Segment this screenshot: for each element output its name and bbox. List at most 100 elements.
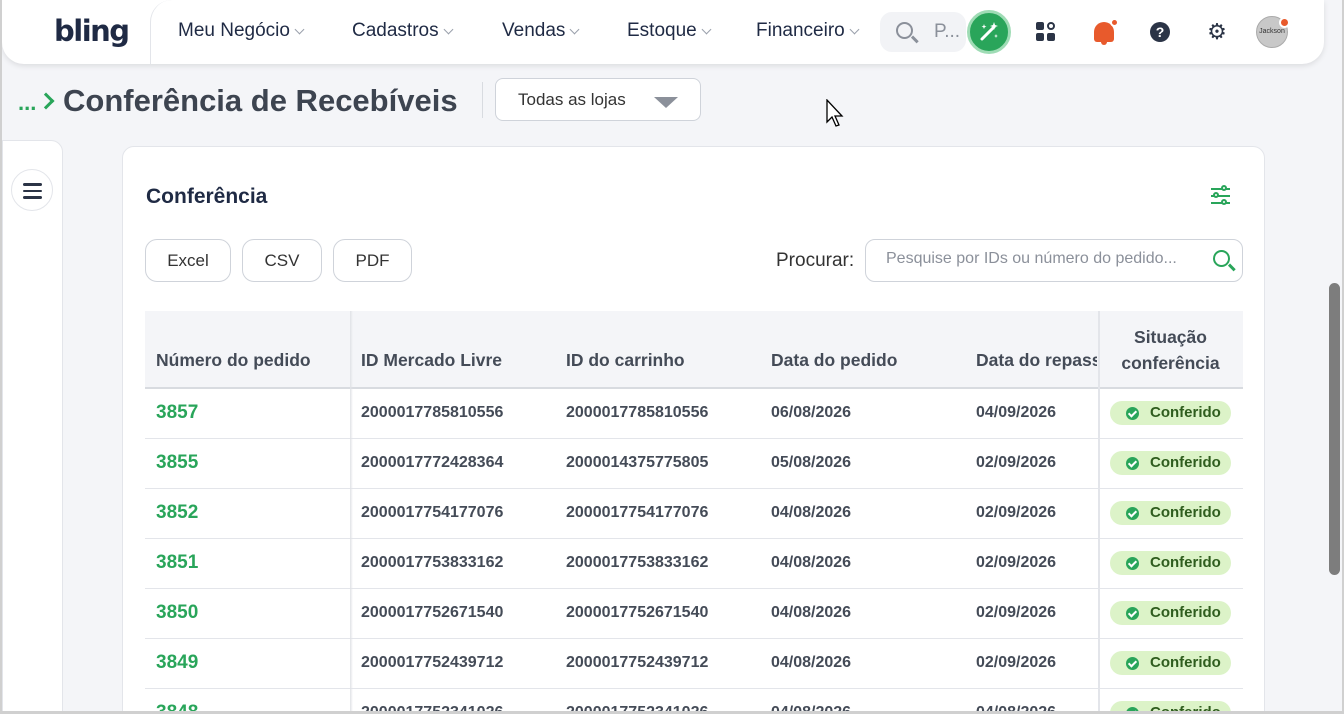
notifications-button[interactable] bbox=[1088, 16, 1120, 48]
chevron-down-icon bbox=[443, 24, 454, 34]
transfer-date-wrap: 02/09/2026 bbox=[976, 639, 1097, 689]
transfer-date-cell: 02/09/2026 bbox=[976, 604, 1057, 621]
store-select-value: Todas as lojas bbox=[518, 90, 626, 109]
side-rail bbox=[2, 140, 63, 714]
cart-id-cell: 2000017785810556 bbox=[566, 404, 709, 421]
transfer-date-cell: 02/09/2026 bbox=[976, 454, 1057, 471]
hamburger-icon-line bbox=[23, 189, 42, 192]
card-title: Conferência bbox=[146, 185, 268, 208]
global-search-placeholder: P... bbox=[934, 21, 961, 42]
window-frame-left bbox=[0, 0, 2, 714]
page-title: Conferência de Recebíveis bbox=[63, 83, 458, 118]
menu-meu-negocio[interactable]: Meu Negócio bbox=[178, 20, 305, 42]
page-scrollbar-thumb[interactable] bbox=[1329, 283, 1340, 575]
transfer-date-wrap: 02/09/2026 bbox=[976, 539, 1097, 589]
order-number-link[interactable]: 3852 bbox=[156, 502, 198, 524]
apps-icon-square bbox=[1047, 33, 1055, 41]
chevron-down-icon bbox=[569, 24, 580, 34]
avatar-status-dot bbox=[1279, 17, 1290, 28]
sticky-column-shadow bbox=[350, 311, 353, 714]
global-search[interactable]: P... bbox=[880, 12, 966, 52]
table-search bbox=[865, 239, 1243, 282]
notification-dot bbox=[1110, 18, 1119, 27]
col-cart-id[interactable]: ID do carrinho bbox=[566, 350, 685, 371]
menu-estoque[interactable]: Estoque bbox=[627, 20, 712, 42]
conference-card: Conferência Excel CSV PDF Procurar: Núme… bbox=[122, 146, 1265, 714]
order-date-cell: 04/08/2026 bbox=[771, 504, 852, 521]
table-header: Número do pedido ID Mercado Livre ID do … bbox=[145, 311, 1243, 389]
store-select[interactable]: Todas as lojas bbox=[495, 78, 701, 121]
transfer-date-wrap: 04/09/2026 bbox=[976, 389, 1097, 439]
chevron-right-icon bbox=[37, 92, 55, 110]
col-order-date[interactable]: Data do pedido bbox=[771, 350, 897, 371]
search-input[interactable] bbox=[886, 250, 1196, 268]
transfer-date-cell: 04/09/2026 bbox=[976, 404, 1057, 421]
breadcrumb-ellipsis[interactable]: ... bbox=[18, 90, 36, 116]
transfer-date-cell: 02/09/2026 bbox=[976, 554, 1057, 571]
table-row[interactable]: 3855 2000017772428364 2000014375775805 05/0… bbox=[145, 439, 1243, 489]
order-date-cell: 04/08/2026 bbox=[771, 654, 852, 671]
caret-down-icon bbox=[654, 97, 678, 108]
filter-settings-button[interactable] bbox=[1209, 185, 1233, 207]
table-row[interactable]: 3851 2000017753833162 2000017753833162 04/0… bbox=[145, 539, 1243, 589]
ml-id-cell: 2000017752439712 bbox=[361, 654, 504, 671]
export-pdf-button[interactable]: PDF bbox=[333, 239, 412, 282]
order-number-link[interactable]: 3850 bbox=[156, 602, 198, 624]
menu-toggle-button[interactable] bbox=[11, 169, 53, 211]
menu-vendas[interactable]: Vendas bbox=[502, 20, 580, 42]
menu-cadastros[interactable]: Cadastros bbox=[352, 20, 454, 42]
chevron-down-icon bbox=[849, 24, 860, 34]
menu-label: Vendas bbox=[502, 20, 566, 41]
ml-id-cell: 2000017785810556 bbox=[361, 404, 504, 421]
top-navbar: bling Meu Negócio Cadastros Vendas Estoq… bbox=[2, 0, 1324, 64]
menu-label: Estoque bbox=[627, 20, 697, 41]
transfer-date-wrap: 02/09/2026 bbox=[976, 489, 1097, 539]
cart-id-cell: 2000014375775805 bbox=[566, 454, 709, 471]
order-date-cell: 04/08/2026 bbox=[771, 554, 852, 571]
order-date-cell: 04/08/2026 bbox=[771, 604, 852, 621]
settings-button[interactable]: ⚙ bbox=[1201, 16, 1233, 48]
menu-label: Meu Negócio bbox=[178, 20, 290, 41]
table-row[interactable]: 3857 2000017785810556 2000017785810556 06/0… bbox=[145, 389, 1243, 439]
order-number-link[interactable]: 3855 bbox=[156, 452, 198, 474]
col-transfer-date[interactable]: Data do repasse bbox=[976, 350, 1097, 371]
sticky-status-column bbox=[1098, 311, 1243, 714]
slider-knob bbox=[1213, 192, 1219, 198]
ml-id-cell: 2000017772428364 bbox=[361, 454, 504, 471]
menu-label: Cadastros bbox=[352, 20, 439, 41]
transfer-date-wrap: 02/09/2026 bbox=[976, 589, 1097, 639]
search-icon[interactable] bbox=[1213, 250, 1230, 267]
table-row[interactable]: 3849 2000017752439712 2000017752439712 04/0… bbox=[145, 639, 1243, 689]
slider-knob bbox=[1221, 199, 1227, 205]
ai-assistant-button[interactable] bbox=[967, 10, 1011, 54]
apps-button[interactable] bbox=[1030, 16, 1062, 48]
col-order-number[interactable]: Número do pedido bbox=[156, 350, 311, 371]
export-csv-button[interactable]: CSV bbox=[242, 239, 322, 282]
cart-id-cell: 2000017753833162 bbox=[566, 554, 709, 571]
transfer-date-wrap: 02/09/2026 bbox=[976, 439, 1097, 489]
logo-divider bbox=[150, 0, 172, 64]
export-excel-button[interactable]: Excel bbox=[145, 239, 231, 282]
ml-id-cell: 2000017754177076 bbox=[361, 504, 504, 521]
order-number-link[interactable]: 3851 bbox=[156, 552, 198, 574]
table-row[interactable]: 3850 2000017752671540 2000017752671540 04/0… bbox=[145, 589, 1243, 639]
chevron-down-icon bbox=[294, 24, 305, 34]
hamburger-icon bbox=[23, 183, 42, 186]
avatar-text: Jackson bbox=[1259, 28, 1285, 35]
ml-id-cell: 2000017753833162 bbox=[361, 554, 504, 571]
cart-id-cell: 2000017754177076 bbox=[566, 504, 709, 521]
bling-logo[interactable]: bling bbox=[54, 14, 130, 48]
order-number-link[interactable]: 3857 bbox=[156, 402, 198, 424]
order-number-link[interactable]: 3849 bbox=[156, 652, 198, 674]
cart-id-cell: 2000017752671540 bbox=[566, 604, 709, 621]
apps-icon-square bbox=[1036, 33, 1044, 41]
menu-financeiro[interactable]: Financeiro bbox=[756, 20, 860, 42]
ml-id-cell: 2000017752671540 bbox=[361, 604, 504, 621]
apps-icon bbox=[1036, 22, 1044, 30]
order-date-cell: 06/08/2026 bbox=[771, 404, 852, 421]
col-ml-id[interactable]: ID Mercado Livre bbox=[361, 350, 502, 371]
table-row[interactable]: 3852 2000017754177076 2000017754177076 04/0… bbox=[145, 489, 1243, 539]
help-button[interactable]: ? bbox=[1144, 16, 1176, 48]
mouse-cursor-icon bbox=[826, 99, 844, 127]
title-divider bbox=[482, 82, 483, 118]
